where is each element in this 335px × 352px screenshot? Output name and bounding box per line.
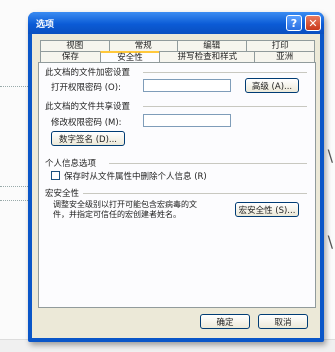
open-password-input[interactable] [143, 79, 231, 92]
encrypt-section-title: 此文档的文件加密设置 [45, 68, 131, 78]
section-divider [83, 193, 307, 194]
dialog-title: 选项 [36, 20, 55, 30]
security-panel: 此文档的文件加密设置 打开权限密码 (O): 高级 (A)... 此文档的文件共… [38, 62, 316, 308]
modify-password-input[interactable] [143, 114, 231, 127]
background-text-fragment: \ [327, 232, 333, 251]
close-button[interactable]: ✕ [305, 15, 321, 31]
privacy-section-title: 个人信息选项 [45, 159, 97, 169]
help-button[interactable]: ? [286, 15, 302, 31]
background-dotted-line [0, 86, 30, 87]
digital-signature-button[interactable]: 数字签名 (D)... [51, 131, 125, 146]
background-dotted-line [0, 200, 30, 201]
section-divider [143, 106, 307, 107]
ok-button[interactable]: 确定 [200, 314, 250, 329]
section-divider [143, 72, 307, 73]
title-bar[interactable]: 选项 ? ✕ [28, 12, 324, 34]
macro-security-note: 调整安全级别以打开可能包含宏病毒的文件，并指定可信任的宏创建者姓名。 [53, 200, 197, 219]
options-dialog: 选项 ? ✕ 视图 常规 编辑 打印 保存 安全性 拼写检查和样式 亚洲 此文档… [28, 12, 324, 342]
background-dotted-line [0, 186, 30, 187]
remove-personal-info-label: 保存时从文件属性中删除个人信息 (R) [64, 172, 207, 182]
cancel-button[interactable]: 取消 [258, 314, 308, 329]
remove-personal-info-checkbox[interactable] [51, 171, 60, 180]
share-section-title: 此文档的文件共享设置 [45, 102, 131, 112]
modify-password-label: 修改权限密码 (M): [51, 118, 122, 128]
macro-section-title: 宏安全性 [45, 189, 80, 199]
macro-security-button[interactable]: 宏安全性 (S)... [235, 202, 299, 217]
open-password-label: 打开权限密码 (O): [51, 83, 121, 93]
advanced-button[interactable]: 高级 (A)... [245, 78, 299, 93]
dialog-client-area: 视图 常规 编辑 打印 保存 安全性 拼写检查和样式 亚洲 此文档的文件加密设置… [32, 34, 320, 338]
section-divider [109, 163, 307, 164]
background-text-fragment: \ [327, 146, 333, 165]
